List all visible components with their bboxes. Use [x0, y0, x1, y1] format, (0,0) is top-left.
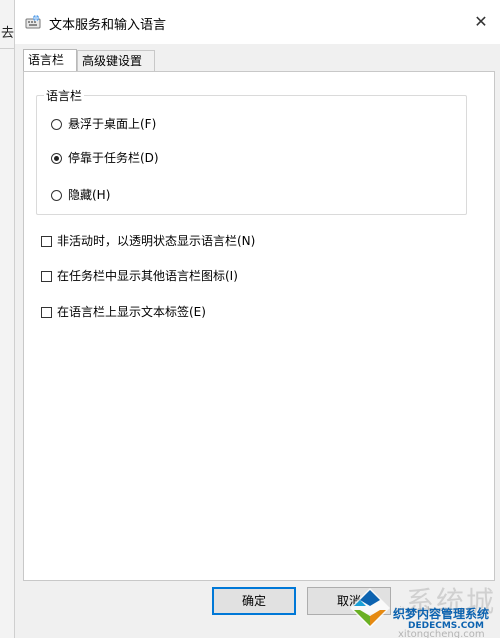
tab-advanced-key-settings[interactable]: 高级键设置 — [77, 50, 155, 71]
tab-label: 语言栏 — [28, 53, 65, 67]
radio-label: 停靠于任务栏(D) — [68, 151, 159, 165]
radio-indicator[interactable] — [51, 153, 62, 164]
background-window-text: 去 — [1, 26, 15, 41]
tab-label: 高级键设置 — [82, 54, 143, 68]
radio-label: 隐藏(H) — [68, 188, 111, 202]
groupbox-title: 语言栏 — [44, 87, 85, 104]
radio-indicator[interactable] — [51, 119, 62, 130]
language-bar-groupbox: 语言栏 悬浮于桌面上(F) 停靠于任务栏(D) 隐藏(H) — [36, 87, 467, 215]
tab-panel-language-bar: 语言栏 悬浮于桌面上(F) 停靠于任务栏(D) 隐藏(H) 非活动时，以透明状态… — [23, 71, 495, 581]
checkbox-transparent-when-inactive[interactable]: 非活动时，以透明状态显示语言栏(N) — [41, 232, 255, 250]
cancel-button[interactable]: 取消 — [307, 587, 391, 615]
checkbox-show-text-labels[interactable]: 在语言栏上显示文本标签(E) — [41, 303, 206, 321]
screen: 去 文本服务和输入语言 ✕ 语言栏 高级键设置 语言栏 悬浮于桌面上(F) 停靠… — [0, 0, 500, 638]
checkbox-label: 非活动时，以透明状态显示语言栏(N) — [57, 234, 256, 248]
text-services-dialog: 文本服务和输入语言 ✕ 语言栏 高级键设置 语言栏 悬浮于桌面上(F) 停靠于任… — [14, 0, 500, 638]
checkbox-label: 在任务栏中显示其他语言栏图标(I) — [57, 269, 238, 283]
radio-docked-in-taskbar[interactable]: 停靠于任务栏(D) — [51, 149, 159, 167]
radio-indicator[interactable] — [51, 190, 62, 201]
ok-button[interactable]: 确定 — [212, 587, 296, 615]
radio-float-on-desktop[interactable]: 悬浮于桌面上(F) — [51, 115, 156, 133]
checkbox-indicator[interactable] — [41, 271, 52, 282]
window-title: 文本服务和输入语言 — [49, 18, 167, 33]
title-bar[interactable]: 文本服务和输入语言 ✕ — [15, 0, 500, 44]
checkbox-indicator[interactable] — [41, 236, 52, 247]
checkbox-indicator[interactable] — [41, 307, 52, 318]
radio-label: 悬浮于桌面上(F) — [68, 117, 157, 131]
tab-language-bar[interactable]: 语言栏 — [23, 49, 77, 72]
checkbox-show-additional-icons[interactable]: 在任务栏中显示其他语言栏图标(I) — [41, 267, 238, 285]
checkbox-label: 在语言栏上显示文本标签(E) — [57, 305, 206, 319]
close-button[interactable]: ✕ — [469, 10, 493, 34]
background-window-edge: 去 — [0, 0, 15, 638]
radio-hidden[interactable]: 隐藏(H) — [51, 186, 110, 204]
background-window-divider — [0, 48, 14, 49]
close-icon: ✕ — [474, 12, 488, 31]
keyboard-language-icon — [25, 14, 41, 29]
